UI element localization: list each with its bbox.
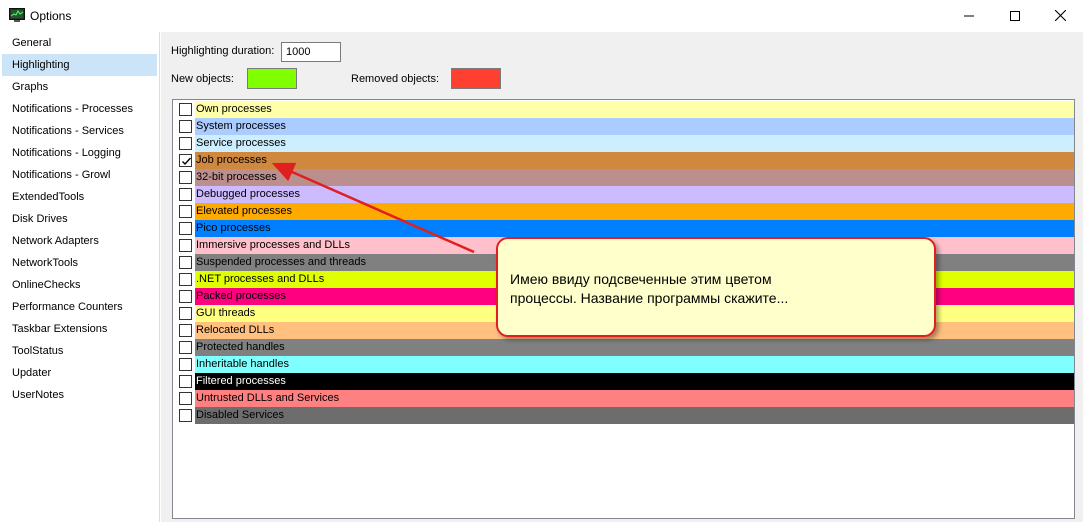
highlight-row-label: Job processes bbox=[195, 152, 1074, 169]
sidebar-item[interactable]: ToolStatus bbox=[0, 340, 159, 362]
highlight-checkbox[interactable] bbox=[179, 290, 192, 303]
highlight-row-label: Inheritable handles bbox=[195, 356, 1074, 373]
highlight-checkbox[interactable] bbox=[179, 409, 192, 422]
highlight-checkbox[interactable] bbox=[179, 239, 192, 252]
highlight-row[interactable]: Own processes bbox=[173, 101, 1074, 118]
highlight-checkbox[interactable] bbox=[179, 154, 192, 167]
highlight-row-label: Elevated processes bbox=[195, 203, 1074, 220]
removed-objects-label: Removed objects: bbox=[351, 73, 440, 85]
highlight-row[interactable]: Filtered processes bbox=[173, 373, 1074, 390]
highlight-row-label: 32-bit processes bbox=[195, 169, 1074, 186]
sidebar-item[interactable]: Notifications - Growl bbox=[0, 164, 159, 186]
highlight-checkbox[interactable] bbox=[179, 273, 192, 286]
highlight-row-label: Own processes bbox=[195, 101, 1074, 118]
sidebar-item[interactable]: ExtendedTools bbox=[0, 186, 159, 208]
minimize-icon bbox=[964, 15, 974, 16]
sidebar-item[interactable]: Taskbar Extensions bbox=[0, 318, 159, 340]
highlight-row[interactable]: Inheritable handles bbox=[173, 356, 1074, 373]
highlight-checkbox[interactable] bbox=[179, 103, 192, 116]
options-sidebar: General Highlighting Graphs Notifications -… bbox=[0, 32, 160, 522]
highlight-row[interactable]: System processes bbox=[173, 118, 1074, 135]
callout-line-2: процессы. Название программы скажите... bbox=[510, 290, 789, 306]
sidebar-item[interactable]: Notifications - Logging bbox=[0, 142, 159, 164]
highlight-row-label: Filtered processes bbox=[195, 373, 1074, 390]
close-icon bbox=[1054, 10, 1066, 21]
maximize-icon bbox=[1010, 10, 1020, 21]
highlight-checkbox[interactable] bbox=[179, 307, 192, 320]
highlight-row[interactable]: 32-bit processes bbox=[173, 169, 1074, 186]
new-objects-label: New objects: bbox=[171, 73, 234, 85]
highlight-row[interactable]: Service processes bbox=[173, 135, 1074, 152]
new-objects-color-button[interactable] bbox=[247, 68, 297, 89]
highlight-checkbox[interactable] bbox=[179, 222, 192, 235]
sidebar-item[interactable]: Disk Drives bbox=[0, 208, 159, 230]
highlight-checkbox[interactable] bbox=[179, 171, 192, 184]
close-button[interactable] bbox=[1037, 0, 1083, 31]
highlight-checkbox[interactable] bbox=[179, 392, 192, 405]
highlight-checkbox[interactable] bbox=[179, 205, 192, 218]
annotation-callout: Имею ввиду подсвеченные этим цветом проц… bbox=[496, 237, 936, 337]
maximize-button[interactable] bbox=[992, 0, 1038, 31]
sidebar-item[interactable]: Performance Counters bbox=[0, 296, 159, 318]
highlight-checkbox[interactable] bbox=[179, 188, 192, 201]
minimize-button[interactable] bbox=[946, 0, 992, 31]
sidebar-item[interactable]: UserNotes bbox=[0, 384, 159, 406]
sidebar-item[interactable]: Notifications - Services bbox=[0, 120, 159, 142]
sidebar-item[interactable]: Updater bbox=[0, 362, 159, 384]
highlight-row-label: Untrusted DLLs and Services bbox=[195, 390, 1074, 407]
highlight-row[interactable]: Job processes bbox=[173, 152, 1074, 169]
highlight-row-label: Debugged processes bbox=[195, 186, 1074, 203]
highlight-checkbox[interactable] bbox=[179, 375, 192, 388]
highlight-checkbox[interactable] bbox=[179, 324, 192, 337]
highlight-row-label: Service processes bbox=[195, 135, 1074, 152]
highlight-row-label: Disabled Services bbox=[195, 407, 1074, 424]
highlighting-duration-input[interactable] bbox=[281, 42, 341, 62]
highlight-row[interactable]: Untrusted DLLs and Services bbox=[173, 390, 1074, 407]
sidebar-item[interactable]: Highlighting bbox=[2, 54, 157, 76]
highlight-row[interactable]: Protected handles bbox=[173, 339, 1074, 356]
app-icon bbox=[9, 8, 25, 22]
highlight-row-label: System processes bbox=[195, 118, 1074, 135]
title-bar: Options bbox=[0, 0, 1083, 31]
highlight-checkbox[interactable] bbox=[179, 341, 192, 354]
sidebar-item[interactable]: Notifications - Processes bbox=[0, 98, 159, 120]
removed-objects-color-button[interactable] bbox=[451, 68, 501, 89]
sidebar-item[interactable]: Network Adapters bbox=[0, 230, 159, 252]
callout-line-1: Имею ввиду подсвеченные этим цветом bbox=[510, 271, 772, 287]
highlight-checkbox[interactable] bbox=[179, 137, 192, 150]
highlight-row[interactable]: Debugged processes bbox=[173, 186, 1074, 203]
window-title: Options bbox=[30, 9, 72, 23]
sidebar-item[interactable]: Graphs bbox=[0, 76, 159, 98]
highlight-row-label: Protected handles bbox=[195, 339, 1074, 356]
sidebar-item[interactable]: OnlineChecks bbox=[0, 274, 159, 296]
highlight-row[interactable]: Elevated processes bbox=[173, 203, 1074, 220]
highlight-checkbox[interactable] bbox=[179, 358, 192, 371]
sidebar-item[interactable]: NetworkTools bbox=[0, 252, 159, 274]
highlight-row[interactable]: Disabled Services bbox=[173, 407, 1074, 424]
sidebar-item[interactable]: General bbox=[0, 32, 159, 54]
highlight-row-label: Pico processes bbox=[195, 220, 1074, 237]
checkmark-icon bbox=[182, 157, 192, 166]
highlight-checkbox[interactable] bbox=[179, 120, 192, 133]
highlight-checkbox[interactable] bbox=[179, 256, 192, 269]
highlight-row[interactable]: Pico processes bbox=[173, 220, 1074, 237]
highlighting-duration-label: Highlighting duration: bbox=[171, 45, 275, 57]
